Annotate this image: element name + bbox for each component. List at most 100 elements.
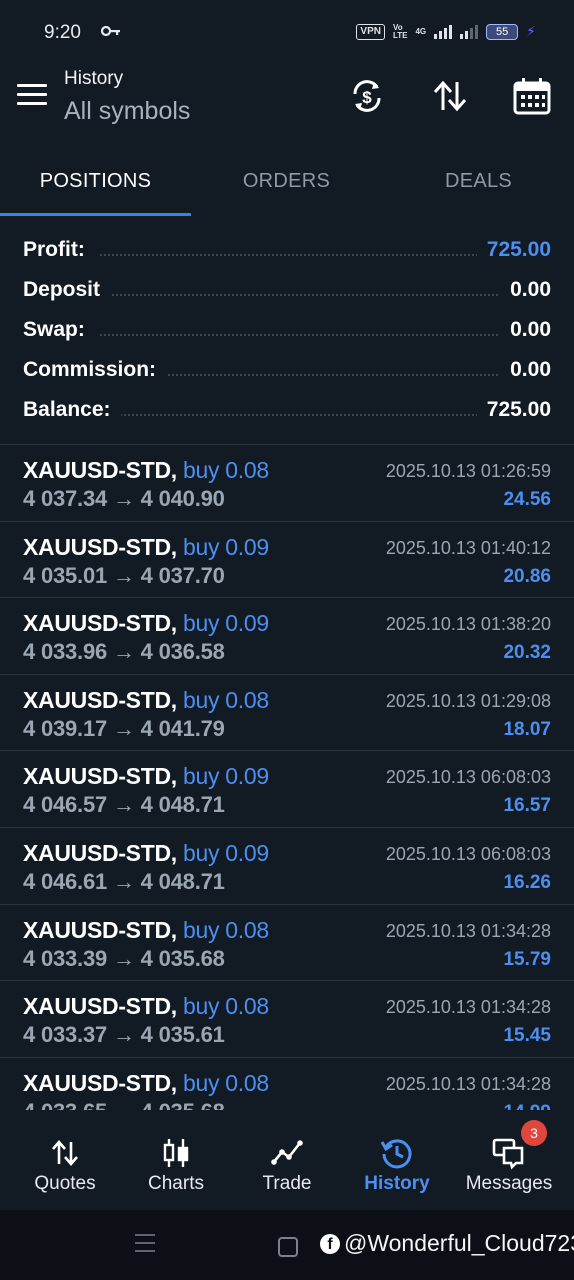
nav-quotes[interactable]: Quotes bbox=[8, 1110, 122, 1210]
sort-icon[interactable] bbox=[430, 76, 470, 116]
position-prices: 4 046.61 → 4 048.71 bbox=[23, 868, 225, 894]
summary-deposit: Deposit 0.00 bbox=[0, 272, 574, 312]
watermark-text: @Wonderful_Cloud7231 bbox=[344, 1230, 574, 1256]
nav-messages[interactable]: 3 Messages bbox=[452, 1110, 566, 1210]
list-item[interactable]: XAUUSD-STD, buy 0.09 4 046.57 → 4 048.71… bbox=[0, 751, 574, 828]
nav-charts[interactable]: Charts bbox=[119, 1110, 233, 1210]
position-symbol: XAUUSD-STD, bbox=[23, 686, 177, 713]
list-item[interactable]: XAUUSD-STD, buy 0.09 4 033.96 → 4 036.58… bbox=[0, 598, 574, 675]
position-side: buy 0.09 bbox=[182, 610, 269, 637]
tab-deals[interactable]: DEALS bbox=[383, 142, 574, 218]
quotes-icon bbox=[52, 1140, 78, 1166]
volte-indicator: Vo LTE bbox=[392, 22, 408, 40]
tab-orders[interactable]: ORDERS bbox=[191, 142, 382, 218]
summary-balance: Balance: 725.00 bbox=[0, 392, 574, 432]
summary-label: Commission: bbox=[23, 358, 167, 382]
summary-label: Profit: bbox=[23, 238, 95, 262]
position-prices: 4 033.96 → 4 036.58 bbox=[23, 639, 225, 665]
recents-button[interactable] bbox=[135, 1234, 155, 1258]
summary-label: Deposit bbox=[23, 278, 111, 302]
position-prices: 4 033.37 → 4 035.61 bbox=[23, 1022, 225, 1048]
position-symbol: XAUUSD-STD, bbox=[23, 916, 177, 943]
summary-swap: Swap: 0.00 bbox=[0, 312, 574, 352]
symbol-filter[interactable]: All symbols bbox=[64, 97, 190, 126]
position-profit: 14.99 bbox=[503, 1102, 551, 1110]
position-profit: 18.07 bbox=[503, 718, 551, 740]
nav-label: Charts bbox=[148, 1173, 204, 1194]
position-side: buy 0.09 bbox=[182, 763, 269, 790]
nav-label: Messages bbox=[465, 1173, 553, 1194]
active-tab-indicator bbox=[0, 213, 191, 216]
facebook-icon: f bbox=[320, 1233, 340, 1254]
list-item[interactable]: XAUUSD-STD, buy 0.08 4 033.65 → 4 035.68… bbox=[0, 1058, 574, 1110]
summary-value: 725.00 bbox=[476, 398, 551, 422]
position-symbol: XAUUSD-STD, bbox=[23, 533, 177, 560]
summary-label: Swap: bbox=[23, 318, 95, 342]
summary-value: 0.00 bbox=[500, 278, 551, 302]
position-symbol: XAUUSD-STD, bbox=[23, 839, 177, 866]
nav-label: Trade bbox=[262, 1173, 312, 1194]
calendar-icon[interactable] bbox=[512, 76, 552, 116]
nav-label: History bbox=[364, 1173, 430, 1194]
summary-profit: Profit: 725.00 bbox=[0, 232, 574, 272]
position-prices: 4 033.65 → 4 035.68 bbox=[23, 1099, 225, 1110]
summary-value: 0.00 bbox=[500, 358, 551, 382]
position-prices: 4 046.57 → 4 048.71 bbox=[23, 792, 225, 818]
page-title: History bbox=[64, 68, 124, 89]
list-item[interactable]: XAUUSD-STD, buy 0.08 4 033.37 → 4 035.61… bbox=[0, 981, 574, 1058]
notification-badge: 3 bbox=[521, 1120, 547, 1146]
status-time: 9:20 bbox=[44, 22, 81, 43]
trade-icon bbox=[271, 1140, 303, 1165]
position-time: 2025.10.13 01:34:28 bbox=[385, 920, 551, 941]
position-profit: 20.32 bbox=[503, 642, 551, 664]
signal-2-icon bbox=[460, 24, 479, 39]
bottom-navigation: Quotes Charts Trade History 3 Messages bbox=[0, 1110, 574, 1210]
position-prices: 4 033.39 → 4 035.68 bbox=[23, 945, 225, 971]
list-item[interactable]: XAUUSD-STD, buy 0.08 4 037.34 → 4 040.90… bbox=[0, 445, 574, 522]
position-symbol: XAUUSD-STD, bbox=[23, 1069, 177, 1096]
position-time: 2025.10.13 01:29:08 bbox=[385, 690, 551, 711]
currency-refresh-icon[interactable]: $ bbox=[347, 76, 387, 116]
summary-panel: Profit: 725.00 Deposit 0.00 Swap: 0.00 C… bbox=[0, 232, 574, 432]
list-item[interactable]: XAUUSD-STD, buy 0.09 4 046.61 → 4 048.71… bbox=[0, 828, 574, 905]
position-profit: 15.79 bbox=[503, 948, 551, 970]
position-side: buy 0.08 bbox=[182, 457, 269, 483]
position-profit: 24.56 bbox=[503, 489, 551, 510]
position-prices: 4 039.17 → 4 041.79 bbox=[23, 715, 225, 741]
home-button[interactable] bbox=[278, 1237, 298, 1257]
position-time: 2025.10.13 01:40:12 bbox=[385, 537, 551, 558]
tab-positions[interactable]: POSITIONS bbox=[0, 142, 191, 218]
position-time: 2025.10.13 01:38:20 bbox=[385, 614, 551, 635]
menu-button[interactable] bbox=[17, 84, 47, 108]
list-item[interactable]: XAUUSD-STD, buy 0.08 4 033.39 → 4 035.68… bbox=[0, 905, 574, 982]
app-header: History All symbols $ bbox=[0, 62, 574, 142]
list-item[interactable]: XAUUSD-STD, buy 0.08 4 039.17 → 4 041.79… bbox=[0, 675, 574, 752]
charging-icon: ⚡ bbox=[526, 23, 536, 39]
nav-trade[interactable]: Trade bbox=[230, 1110, 344, 1210]
status-bar: 9:20 VPN Vo LTE 4G 55 ⚡ bbox=[0, 0, 574, 62]
summary-label: Balance: bbox=[23, 398, 121, 422]
list-item[interactable]: XAUUSD-STD, buy 0.09 4 035.01 → 4 037.70… bbox=[0, 522, 574, 599]
position-side: buy 0.08 bbox=[182, 916, 269, 943]
position-time: 2025.10.13 01:26:59 bbox=[385, 461, 551, 481]
nav-history[interactable]: History bbox=[340, 1110, 454, 1210]
signal-icon bbox=[434, 24, 453, 39]
svg-text:$: $ bbox=[362, 88, 372, 107]
positions-list[interactable]: XAUUSD-STD, buy 0.08 4 037.34 → 4 040.90… bbox=[0, 445, 574, 1110]
position-time: 2025.10.13 01:34:28 bbox=[385, 997, 551, 1018]
watermark: f @Wonderful_Cloud7231 bbox=[320, 1230, 574, 1257]
position-prices: 4 035.01 → 4 037.70 bbox=[23, 562, 225, 588]
messages-icon bbox=[492, 1138, 524, 1170]
position-symbol: XAUUSD-STD, bbox=[23, 763, 177, 790]
position-profit: 20.86 bbox=[503, 565, 551, 587]
key-icon bbox=[101, 25, 120, 37]
vpn-badge: VPN bbox=[356, 23, 385, 40]
summary-commission: Commission: 0.00 bbox=[0, 352, 574, 392]
position-profit: 16.57 bbox=[503, 795, 551, 817]
system-nav-bar: f @Wonderful_Cloud7231 bbox=[0, 1210, 574, 1280]
nav-label: Quotes bbox=[34, 1173, 96, 1194]
position-profit: 15.45 bbox=[503, 1025, 551, 1047]
position-time: 2025.10.13 06:08:03 bbox=[385, 843, 551, 864]
status-indicators: VPN Vo LTE 4G 55 ⚡ bbox=[356, 23, 536, 40]
position-side: buy 0.08 bbox=[182, 993, 269, 1020]
